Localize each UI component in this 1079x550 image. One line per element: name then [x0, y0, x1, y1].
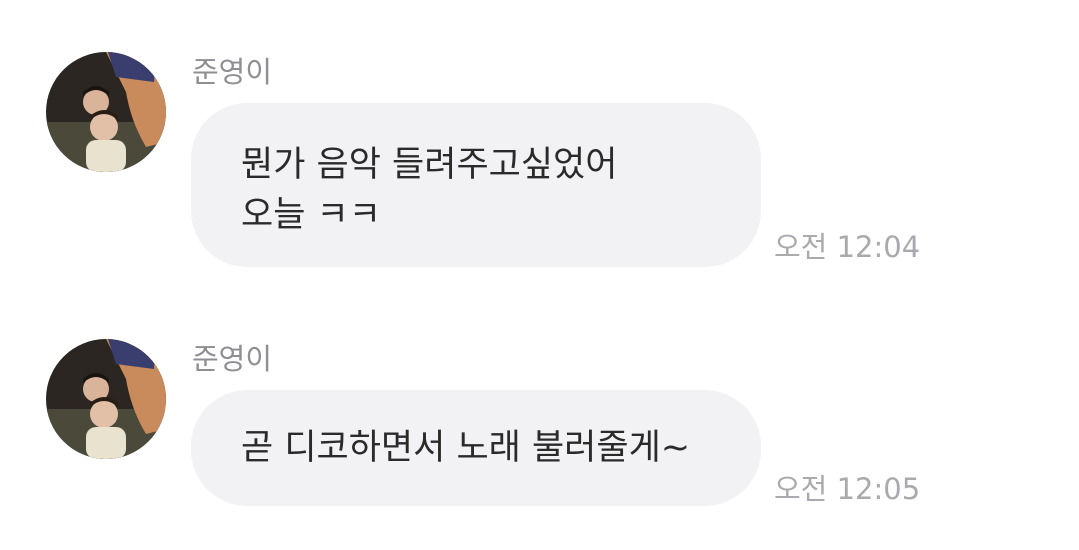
- profile-photo-icon: [46, 339, 166, 459]
- sender-name: 준영이: [192, 342, 273, 376]
- message-bubble[interactable]: 곧 디코하면서 노래 불러줄게~: [191, 390, 761, 506]
- avatar[interactable]: [46, 339, 166, 459]
- message-text-line: 곧 디코하면서 노래 불러줄게~: [241, 428, 691, 468]
- message-group: 준영이 곧 디코하면서 노래 불러줄게~ 오전 12:05: [0, 0, 1079, 550]
- message-timestamp: 오전 12:05: [774, 472, 921, 506]
